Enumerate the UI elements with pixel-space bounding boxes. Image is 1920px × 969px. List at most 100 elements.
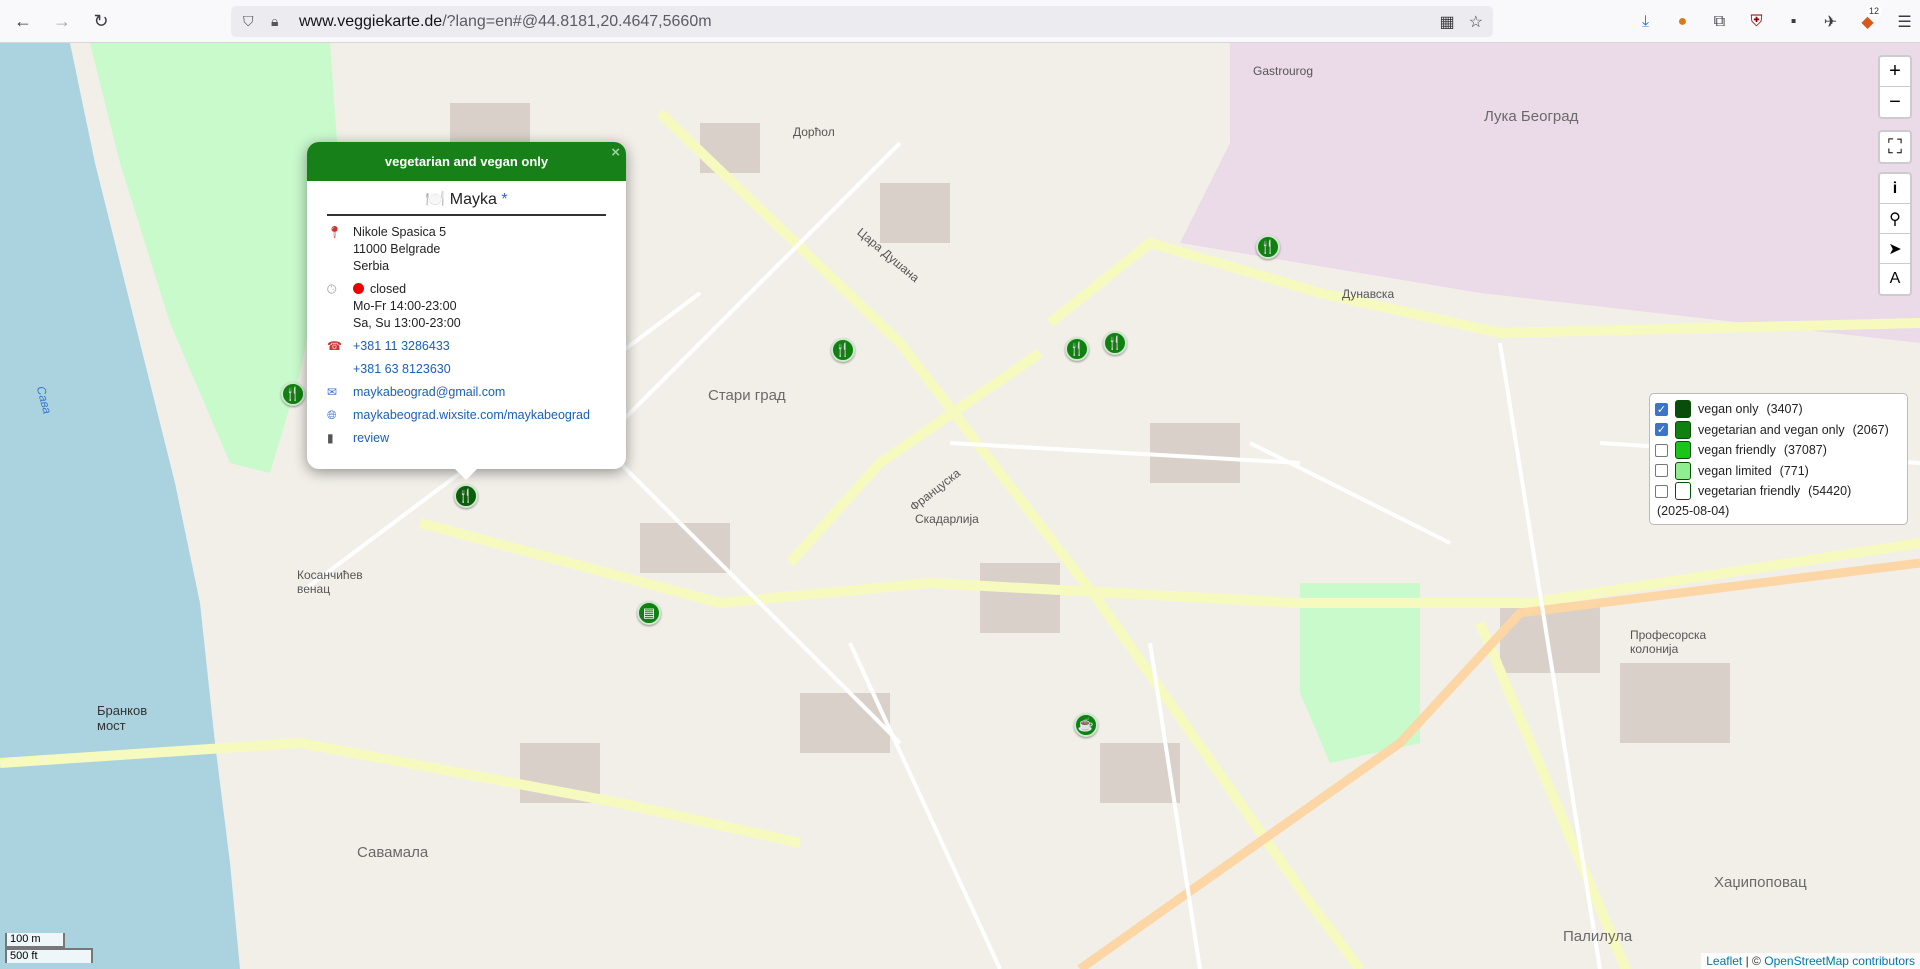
fullscreen-control: ⛶: [1878, 130, 1912, 164]
legend-checkbox[interactable]: [1655, 443, 1668, 457]
downloads-icon[interactable]: ⤓: [1630, 6, 1661, 37]
scale-feet: 500 ft: [5, 948, 93, 963]
lock-icon[interactable]: 🔒︎: [271, 13, 293, 30]
phone-row-2: +381 63 8123630: [327, 361, 626, 378]
status-dot: [353, 283, 364, 294]
hours-line: Mo-Fr 14:00-23:00: [353, 299, 457, 313]
email-row: ✉ maykabeograd@gmail.com: [327, 384, 626, 401]
language-icon[interactable]: A: [1880, 264, 1910, 294]
legend-label: vegan friendly: [1698, 443, 1776, 458]
legend-label: vegan only: [1698, 402, 1759, 417]
info-icon[interactable]: i: [1880, 174, 1910, 204]
phone-link-2[interactable]: +381 63 8123630: [353, 361, 451, 378]
restaurant-marker[interactable]: 🍴: [1103, 331, 1127, 355]
legend-item[interactable]: vegan friendly (37087): [1655, 440, 1907, 461]
label-brankov-most: Бранков мост: [97, 703, 148, 733]
legend-checkbox[interactable]: ✓: [1655, 423, 1668, 437]
review-link[interactable]: review: [353, 430, 389, 447]
fullscreen-icon[interactable]: ⛶: [1880, 132, 1910, 162]
legend-count: (54420): [1808, 484, 1852, 499]
legend-date: (2025-08-04): [1657, 503, 1730, 518]
extension-bird-icon[interactable]: ✈: [1815, 6, 1846, 37]
phone-icon: ☎: [327, 339, 342, 353]
email-link[interactable]: maykabeograd@gmail.com: [353, 384, 505, 401]
locate-icon[interactable]: ➤: [1880, 234, 1910, 264]
legend-color-swatch: [1675, 482, 1691, 501]
search-icon[interactable]: ⚲: [1880, 204, 1910, 234]
label-gastrourog: Gastrourog: [1253, 64, 1314, 78]
restaurant-marker-selected[interactable]: 🍴: [454, 484, 478, 508]
legend-label: vegetarian and vegan only: [1698, 422, 1845, 437]
restaurant-marker[interactable]: 🍴: [1256, 235, 1280, 259]
shield-icon[interactable]: ⛉: [243, 13, 265, 30]
place-popup: vegetarian and vegan only × 🍽️ Mayka * 📍…: [307, 142, 626, 469]
legend-label: vegetarian friendly: [1698, 484, 1801, 499]
qr-icon[interactable]: ▦: [1440, 12, 1455, 32]
extension-fox-icon[interactable]: ●: [1667, 6, 1698, 37]
restaurant-marker[interactable]: 🍴: [1065, 337, 1089, 361]
browser-toolbar: ← → ↻ ⛉ 🔒︎ www.veggiekarte.de/?lang=en#@…: [0, 0, 1920, 43]
address-row: 📍︎ Nikole Spasica 5 11000 Belgrade Serbi…: [327, 224, 626, 275]
bookmark-star-icon[interactable]: ☆: [1469, 12, 1483, 32]
legend-item[interactable]: ✓ vegan only (3407): [1655, 399, 1907, 420]
legend-checkbox[interactable]: [1655, 484, 1668, 498]
pin-icon: 📍︎: [327, 225, 343, 239]
extensions-puzzle-icon[interactable]: ⧉: [1704, 6, 1735, 37]
restaurant-marker[interactable]: 🍴: [281, 382, 305, 406]
legend-item[interactable]: vegetarian friendly (54420): [1655, 481, 1907, 502]
label-stari-grad: Стари град: [708, 387, 786, 404]
zoom-control: + −: [1878, 55, 1912, 119]
map-canvas[interactable]: Стари град Скадарлија Савамала Палилула …: [0, 43, 1920, 969]
menu-icon[interactable]: ☰: [1889, 6, 1920, 37]
grid-extension-icon[interactable]: ▪: [1778, 6, 1809, 37]
legend-checkbox[interactable]: [1655, 464, 1668, 478]
popup-category: vegetarian and vegan only: [384, 154, 549, 169]
back-icon[interactable]: ←: [7, 5, 39, 37]
legend-color-swatch: [1675, 400, 1691, 419]
label-luka-beograd: Лука Београд: [1484, 108, 1579, 125]
zoom-out-button[interactable]: −: [1880, 87, 1910, 117]
label-hadzipopovac: Хаџипоповац: [1714, 874, 1807, 891]
label-savamala: Савамала: [357, 844, 429, 861]
address-line: Serbia: [353, 259, 390, 273]
notebook-icon: ▮: [327, 431, 334, 445]
legend-item[interactable]: vegan limited (771): [1655, 461, 1907, 482]
address-line: 11000 Belgrade: [353, 242, 441, 256]
label-dorcol: Дорћол: [793, 125, 835, 139]
popup-close-button[interactable]: ×: [611, 144, 620, 161]
extension-badge-icon[interactable]: ◆ 12: [1852, 6, 1883, 37]
label-skadarlija: Скадарлија: [915, 512, 979, 526]
url-path: /?lang=en#@44.8181,20.4647,5660m: [442, 12, 712, 30]
port-industrial: [1180, 43, 1920, 343]
url-text: www.veggiekarte.de/?lang=en#@44.8181,20.…: [299, 13, 712, 31]
website-link[interactable]: maykabeograd.wixsite.com/maykabeograd: [353, 407, 590, 424]
phone-link[interactable]: +381 11 3286433: [353, 338, 450, 355]
scale-bar: 100 m 500 ft: [5, 933, 93, 963]
cafe-marker[interactable]: ☕: [1074, 713, 1098, 737]
restaurant-marker[interactable]: 🍴: [831, 338, 855, 362]
legend-checkbox[interactable]: ✓: [1655, 402, 1668, 416]
legend-item[interactable]: ✓ vegetarian and vegan only (2067): [1655, 420, 1907, 441]
globe-icon: 🌐︎: [327, 408, 337, 422]
legend-label: vegan limited: [1698, 463, 1772, 478]
review-row: ▮ review: [327, 430, 626, 447]
map-attribution: Leaflet | © OpenStreetMap contributors: [1701, 953, 1920, 969]
ublock-icon[interactable]: ⛨: [1741, 6, 1772, 37]
forward-icon[interactable]: →: [46, 5, 78, 37]
osm-link[interactable]: OpenStreetMap contributors: [1764, 954, 1915, 968]
place-star[interactable]: *: [501, 191, 507, 208]
leaflet-link[interactable]: Leaflet: [1706, 954, 1742, 968]
phone-row: ☎ +381 11 3286433: [327, 338, 626, 355]
restaurant-icon: 🍽️: [425, 191, 446, 208]
category-legend: ✓ vegan only (3407) ✓ vegetarian and vegan o…: [1649, 393, 1908, 525]
hours-line: Sa, Su 13:00-23:00: [353, 316, 461, 330]
url-bar[interactable]: ⛉ 🔒︎ www.veggiekarte.de/?lang=en#@44.818…: [231, 6, 1493, 37]
legend-color-swatch: [1675, 420, 1691, 439]
fastfood-marker[interactable]: ▤: [637, 601, 661, 625]
legend-count: (2067): [1852, 422, 1889, 437]
website-row: 🌐︎ maykabeograd.wixsite.com/maykabeograd: [327, 407, 626, 424]
extension-badge-count: 12: [1866, 6, 1881, 16]
zoom-in-button[interactable]: +: [1880, 57, 1910, 87]
legend-count: (37087): [1783, 443, 1827, 458]
reload-icon[interactable]: ↻: [85, 5, 117, 37]
